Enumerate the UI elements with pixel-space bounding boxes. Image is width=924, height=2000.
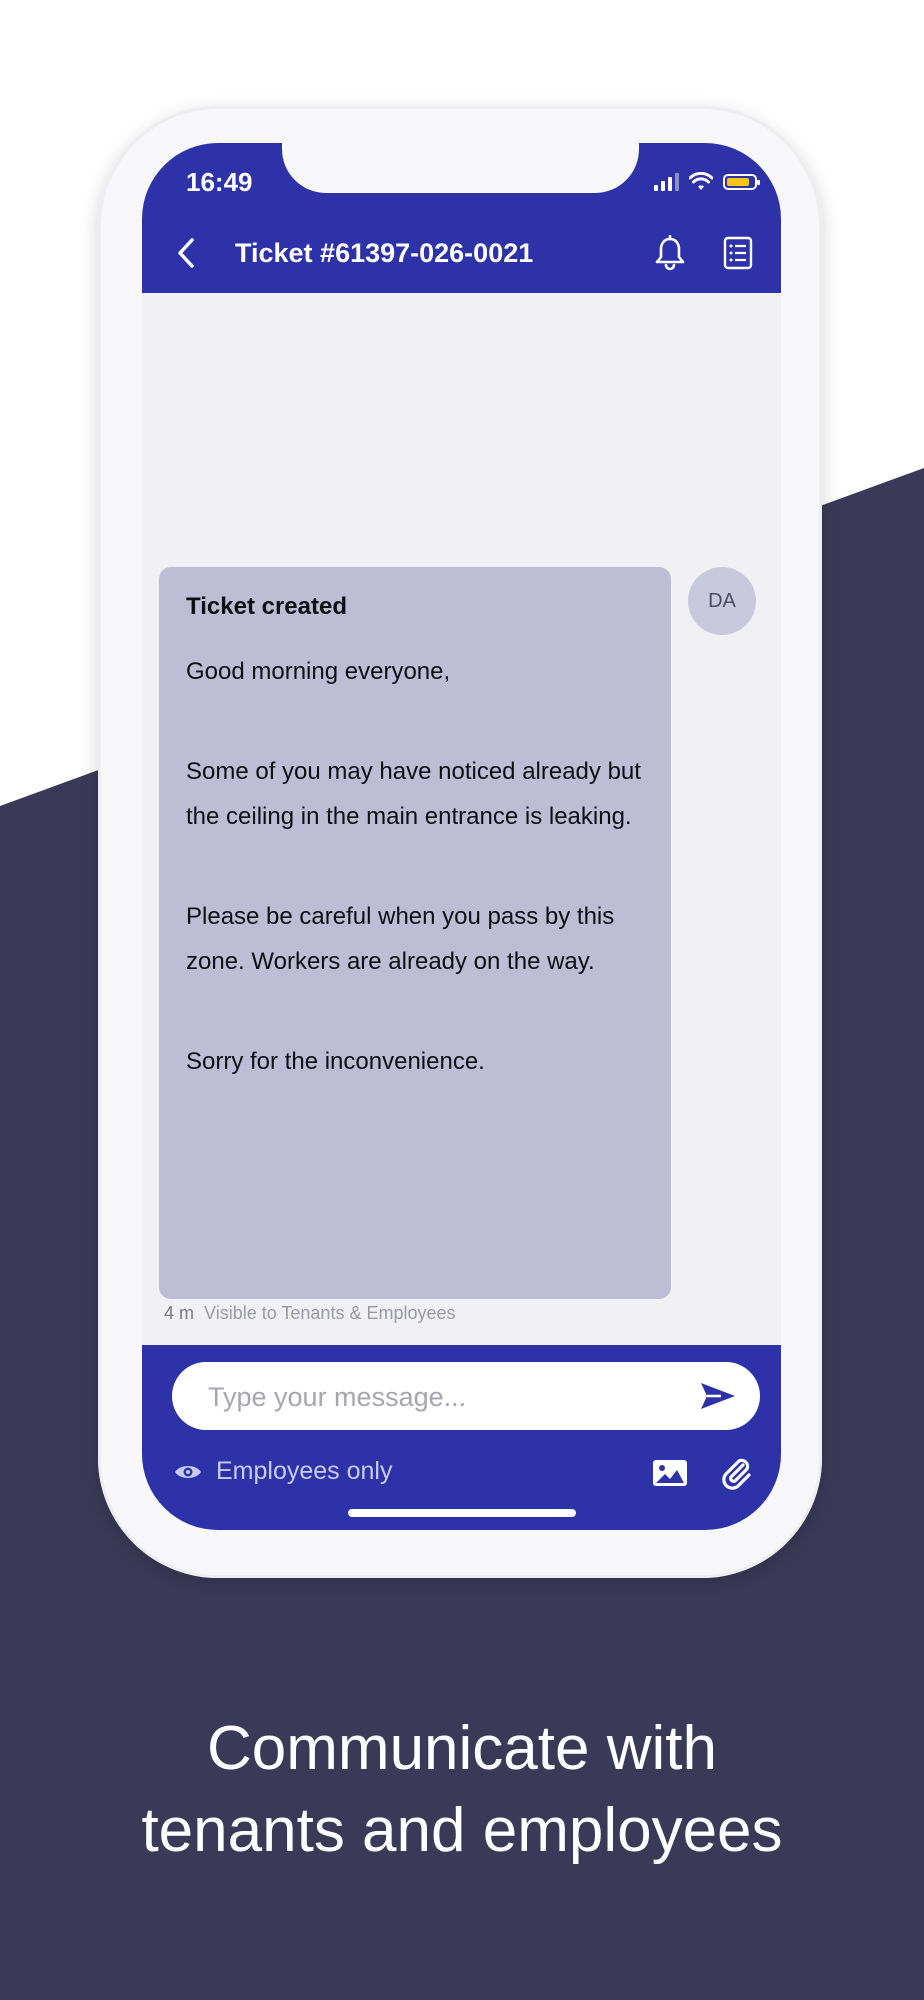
list-icon (723, 236, 753, 270)
app-header: 16:49 Ticket #61397-026-0021 (142, 143, 781, 293)
home-indicator (348, 1509, 576, 1517)
ticket-details-button[interactable] (716, 231, 760, 275)
cellular-signal-icon (654, 173, 679, 191)
message-meta: 4 m Visible to Tenants & Employees (164, 1303, 456, 1324)
status-time: 16:49 (186, 167, 253, 197)
bell-icon (655, 235, 685, 271)
message-paragraph: Good morning everyone, (186, 658, 451, 685)
status-icons (654, 171, 760, 193)
phone-screen: 16:49 Ticket #61397-026-0021 Ticket crea… (142, 143, 781, 1530)
attach-file-button[interactable] (716, 1453, 756, 1493)
image-icon (653, 1460, 687, 1486)
composer-bar: Employees only (142, 1345, 781, 1530)
message-age: 4 m (164, 1303, 195, 1323)
message-paragraph: Sorry for the inconvenience. (186, 1048, 485, 1075)
phone-notch (282, 143, 639, 193)
visibility-toggle[interactable]: Employees only (174, 1457, 392, 1486)
message-paragraph: Some of you may have noticed already but… (186, 758, 641, 830)
message-visibility: Visible to Tenants & Employees (204, 1303, 456, 1323)
send-icon (701, 1383, 735, 1409)
message-input[interactable] (206, 1374, 670, 1420)
message-paragraph: Please be careful when you pass by this … (186, 903, 615, 975)
back-button[interactable] (166, 233, 206, 273)
eye-icon (175, 1465, 201, 1478)
battery-icon (723, 174, 760, 190)
message-input-wrapper (172, 1362, 760, 1430)
caption-line-1: Communicate with (207, 1714, 717, 1783)
avatar[interactable]: DA (688, 567, 756, 635)
caption-line-2: tenants and employees (141, 1796, 783, 1865)
paperclip-icon (722, 1458, 751, 1490)
chevron-left-icon (178, 238, 194, 268)
send-button[interactable] (696, 1376, 740, 1416)
notifications-button[interactable] (648, 231, 692, 275)
add-image-button[interactable] (650, 1455, 690, 1491)
marketing-caption: Communicate with tenants and employees (0, 1708, 924, 1872)
wifi-icon (689, 172, 713, 190)
visibility-label: Employees only (216, 1457, 393, 1485)
ticket-title: Ticket #61397-026-0021 (235, 238, 534, 268)
message-bubble[interactable]: Ticket created Good morning everyone, So… (159, 567, 671, 1299)
message-title: Ticket created (186, 593, 347, 620)
